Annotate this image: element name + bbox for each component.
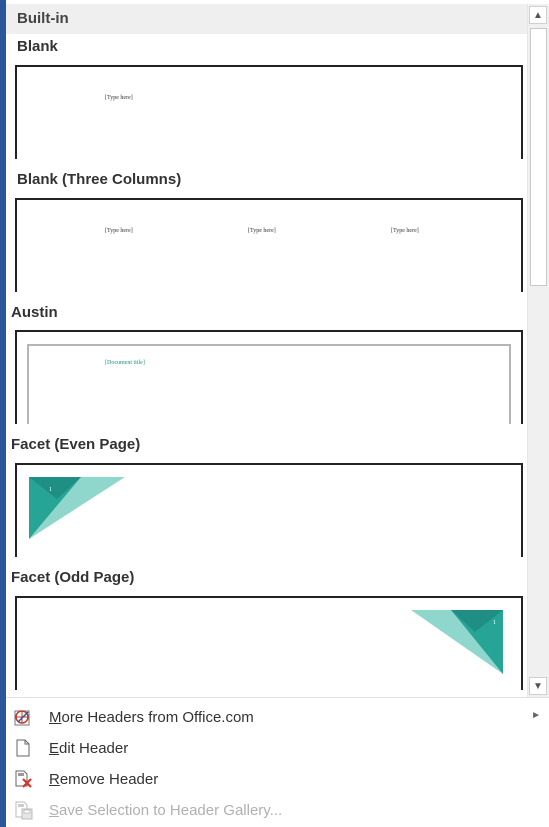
header-commands-menu: More Headers from Office.com ► Edit Head… (6, 697, 549, 827)
section-label: Built-in (17, 10, 69, 27)
gallery-item-blank-three-columns[interactable]: [Type here] [Type here] [Type here] (15, 198, 523, 292)
scroll-down-button[interactable]: ▼ (529, 677, 547, 695)
gallery-item-title-blank-three-columns: Blank (Three Columns) (17, 171, 182, 188)
placeholder-document-title: [Document title] (105, 360, 145, 366)
placeholder-text-left: [Type here] (105, 228, 133, 234)
menu-label: Remove Header (49, 771, 159, 788)
submenu-arrow-icon: ► (531, 710, 541, 721)
placeholder-text-right: [Type here] (391, 228, 419, 234)
placeholder-text-center: [Type here] (248, 228, 276, 234)
menu-item-remove-header[interactable]: Remove Header (6, 764, 549, 795)
facet-even-graphic (29, 477, 125, 539)
scroll-up-button[interactable]: ▲ (529, 6, 547, 24)
menu-item-more-headers[interactable]: More Headers from Office.com ► (6, 702, 549, 733)
office-web-icon (14, 710, 30, 726)
menu-label: More Headers from Office.com (49, 709, 254, 726)
placeholder-text: [Type here] (105, 95, 133, 101)
menu-label: Save Selection to Header Gallery... (49, 802, 283, 819)
austin-page-border (27, 344, 511, 424)
menu-label: Edit Header (49, 740, 129, 757)
menu-item-edit-header[interactable]: Edit Header (6, 733, 549, 764)
page-number: 1 (49, 487, 52, 493)
document-page-icon (16, 739, 30, 757)
gallery-item-austin[interactable]: [Document title] (15, 330, 523, 424)
save-to-gallery-icon (15, 801, 33, 820)
gallery-scrollbar[interactable]: ▲ ▼ (527, 4, 549, 697)
gallery-item-title-blank: Blank (17, 38, 58, 55)
section-header-built-in: Built-in (6, 4, 527, 34)
scroll-thumb[interactable] (530, 28, 547, 286)
gallery-item-facet-odd[interactable]: 1 (15, 596, 523, 690)
facet-odd-graphic (411, 610, 503, 674)
header-gallery: Built-in Blank [Type here] Blank (Three … (6, 0, 527, 697)
gallery-item-blank[interactable]: [Type here] (15, 65, 523, 159)
page-number: 1 (493, 620, 496, 626)
gallery-item-title-facet-odd: Facet (Odd Page) (11, 569, 135, 586)
gallery-item-title-facet-even: Facet (Even Page) (11, 436, 141, 453)
gallery-item-title-austin: Austin (11, 304, 58, 321)
gallery-item-facet-even[interactable]: 1 (15, 463, 523, 557)
menu-item-save-selection[interactable]: Save Selection to Header Gallery... (6, 795, 549, 826)
remove-header-icon (15, 770, 32, 788)
header-gallery-dropdown: Built-in Blank [Type here] Blank (Three … (6, 0, 549, 827)
